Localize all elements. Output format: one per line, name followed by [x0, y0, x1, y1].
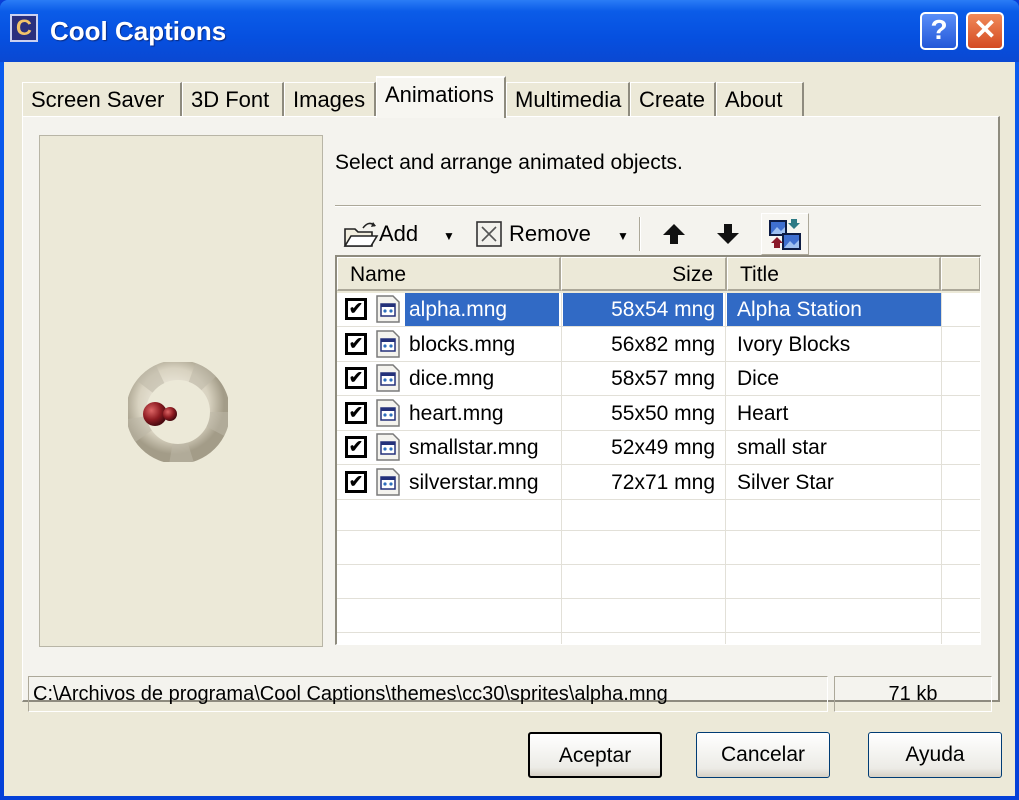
- list-row[interactable]: ✔ smallstar.mng 52x49 mng small star: [337, 431, 980, 465]
- preview-sprite-image: [128, 362, 228, 462]
- tab-about[interactable]: About: [716, 82, 804, 116]
- list-header: Name Size Title: [337, 257, 980, 293]
- toolbar: Add ▼ Remove ▼: [335, 213, 985, 255]
- row-checkbox[interactable]: ✔: [345, 401, 367, 424]
- animation-preview: [39, 135, 323, 647]
- tab-images[interactable]: Images: [284, 82, 376, 116]
- window-title: Cool Captions: [50, 16, 227, 46]
- empty-row: [337, 599, 980, 633]
- row-checkbox[interactable]: ✔: [345, 298, 367, 320]
- column-header-title[interactable]: Title: [727, 257, 941, 291]
- app-icon[interactable]: C: [10, 14, 38, 42]
- divider: [335, 205, 981, 207]
- status-file-path: C:\Archivos de programa\Cool Captions\th…: [28, 676, 828, 712]
- row-size: 58x57 mng: [611, 367, 715, 390]
- remove-label: Remove: [509, 221, 591, 246]
- tab-animations[interactable]: Animations: [376, 76, 506, 118]
- row-size: 72x71 mng: [611, 470, 715, 494]
- remove-x-icon: [476, 221, 502, 247]
- move-up-button[interactable]: [661, 213, 687, 255]
- row-size: 56x82 mng: [611, 332, 715, 356]
- column-header-filler: [941, 257, 980, 291]
- empty-row: [337, 565, 980, 599]
- row-title: Dice: [737, 367, 780, 390]
- add-label: Add: [379, 221, 419, 246]
- list-row[interactable]: ✔ dice.mng 58x57 mng Dice: [337, 362, 980, 396]
- row-title: Ivory Blocks: [737, 332, 851, 356]
- row-title: Heart: [737, 401, 789, 425]
- tab-create[interactable]: Create: [630, 82, 716, 116]
- close-button[interactable]: ✕: [966, 12, 1004, 50]
- row-size: 55x50 mng: [611, 401, 715, 425]
- mng-file-icon: [375, 467, 401, 496]
- empty-row: [337, 497, 980, 531]
- row-checkbox[interactable]: ✔: [345, 367, 367, 389]
- arrange-images-toggle[interactable]: [761, 213, 809, 255]
- row-name: blocks.mng: [409, 332, 516, 356]
- arrange-images-icon: [769, 219, 801, 250]
- remove-dropdown-arrow[interactable]: ▼: [617, 229, 629, 243]
- row-title: small star: [737, 436, 827, 459]
- row-title: Alpha Station: [727, 293, 941, 326]
- add-button[interactable]: Add: [343, 213, 418, 255]
- remove-button[interactable]: Remove: [475, 213, 591, 255]
- cancel-button[interactable]: Cancelar: [696, 732, 830, 778]
- empty-row: [337, 531, 980, 565]
- row-checkbox[interactable]: ✔: [345, 470, 367, 493]
- list-row[interactable]: ✔ heart.mng 55x50 mng Heart: [337, 397, 980, 431]
- question-icon: ?: [930, 14, 948, 45]
- animations-list[interactable]: Name Size Title ✔ alpha.mng 58x54 mng Alpha…: [335, 255, 981, 645]
- row-name: dice.mng: [409, 367, 495, 390]
- column-header-name[interactable]: Name: [337, 257, 561, 291]
- ok-button[interactable]: Aceptar: [528, 732, 662, 778]
- dialog-client: Screen Saver 3D Font Images Animations M…: [4, 62, 1015, 796]
- row-title: Silver Star: [737, 470, 834, 494]
- list-row[interactable]: ✔ alpha.mng 58x54 mng Alpha Station: [337, 293, 980, 327]
- add-dropdown-arrow[interactable]: ▼: [443, 229, 455, 243]
- mng-file-icon: [375, 398, 401, 427]
- row-size: 52x49 mng: [611, 436, 715, 459]
- close-icon: ✕: [973, 14, 997, 45]
- tab-3d-font[interactable]: 3D Font: [182, 82, 284, 116]
- help-button[interactable]: ?: [920, 12, 958, 50]
- row-name: silverstar.mng: [409, 470, 539, 494]
- row-name: smallstar.mng: [409, 436, 539, 459]
- mng-file-icon: [375, 433, 401, 461]
- arrow-up-icon: [663, 224, 685, 244]
- open-folder-icon: [343, 222, 379, 247]
- mng-file-icon: [375, 295, 401, 323]
- tab-multimedia[interactable]: Multimedia: [506, 82, 630, 116]
- row-name: heart.mng: [409, 401, 504, 425]
- row-checkbox[interactable]: ✔: [345, 436, 367, 458]
- mng-file-icon: [375, 364, 401, 392]
- instructions-label: Select and arrange animated objects.: [335, 151, 683, 174]
- move-down-button[interactable]: [715, 213, 741, 255]
- mng-file-icon: [375, 329, 401, 358]
- title-bar[interactable]: C Cool Captions ? ✕: [0, 0, 1019, 62]
- column-header-size[interactable]: Size: [561, 257, 727, 291]
- tab-screen-saver[interactable]: Screen Saver: [22, 82, 182, 116]
- status-bar: C:\Archivos de programa\Cool Captions\th…: [22, 674, 1000, 716]
- dialog-window: C Cool Captions ? ✕ Screen Saver 3D Font…: [0, 0, 1019, 800]
- arrow-down-icon: [717, 224, 739, 244]
- list-row[interactable]: ✔ blocks.mng 56x82 mng Ivory Blocks: [337, 328, 980, 362]
- animations-panel: Select and arrange animated objects. Add…: [22, 116, 1000, 702]
- row-name: alpha.mng: [405, 293, 559, 326]
- toolbar-separator: [639, 217, 641, 251]
- row-checkbox[interactable]: ✔: [345, 332, 367, 355]
- status-file-size: 71 kb: [834, 676, 992, 712]
- help-dialog-button[interactable]: Ayuda: [868, 732, 1002, 778]
- row-size: 58x54 mng: [563, 293, 723, 326]
- list-row[interactable]: ✔ silverstar.mng 72x71 mng Silver Star: [337, 466, 980, 500]
